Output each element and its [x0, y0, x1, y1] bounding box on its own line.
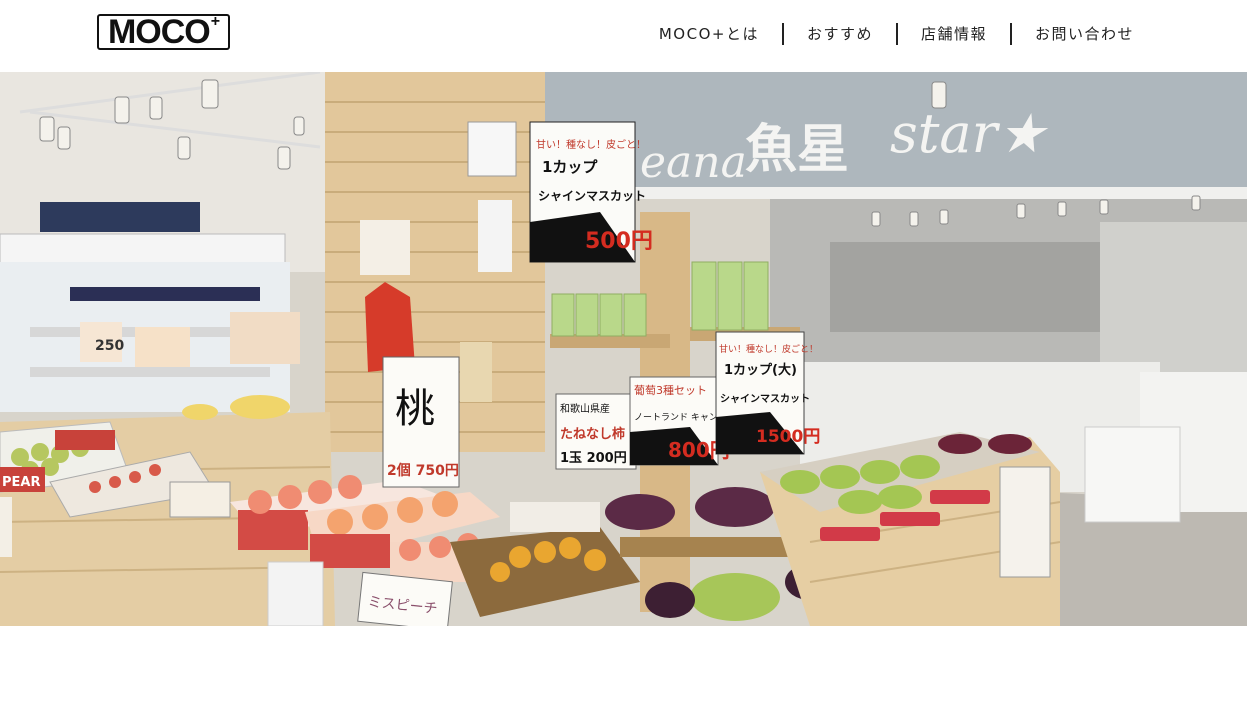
sign-kaki: 和歌山県産 たねなし柿 1玉 200円 — [555, 393, 637, 470]
fruit-store-illustration: eana 魚星 star★ 250 PEAR 甘い！種なし！皮ごと！ 1カップ … — [0, 72, 1247, 626]
svg-text:2個 750円: 2個 750円 — [387, 462, 459, 479]
sign-momo: 桃 2個 750円 — [382, 356, 460, 488]
svg-text:葡萄3種セット: 葡萄3種セット — [634, 383, 707, 397]
price-250: 250 — [95, 338, 124, 354]
store-name-c: star★ — [890, 102, 1048, 165]
nav-item-about[interactable]: MOCO+とは — [636, 23, 782, 45]
svg-text:1カップ: 1カップ — [542, 158, 598, 176]
store-name-a: eana — [640, 137, 747, 188]
logo-text: MOCO — [107, 13, 211, 51]
svg-text:500円: 500円 — [585, 229, 653, 254]
svg-text:シャインマスカット: シャインマスカット — [720, 393, 810, 405]
svg-text:シャインマスカット: シャインマスカット — [538, 189, 646, 203]
moco-logo[interactable]: MOCO + — [97, 14, 230, 50]
logo-plus: + — [210, 13, 220, 30]
svg-text:たねなし柿: たねなし柿 — [560, 426, 625, 442]
hero-photo: eana 魚星 star★ 250 PEAR 甘い！種なし！皮ごと！ 1カップ … — [0, 72, 1247, 626]
main-nav: MOCO+とは おすすめ 店舗情報 お問い合わせ — [636, 22, 1157, 46]
svg-text:甘い！種なし！皮ごと！: 甘い！種なし！皮ごと！ — [536, 138, 646, 151]
sign-shine-muscat-500: 甘い！種なし！皮ごと！ 1カップ シャインマスカット 500円 — [529, 121, 653, 263]
svg-text:桃: 桃 — [395, 386, 435, 432]
nav-item-store-info[interactable]: 店舗情報 — [898, 23, 1010, 45]
svg-text:1カップ(大): 1カップ(大) — [724, 362, 797, 378]
nav-item-contact[interactable]: お問い合わせ — [1012, 23, 1157, 45]
nav-item-recommend[interactable]: おすすめ — [784, 23, 896, 45]
site-header: MOCO + MOCO+とは おすすめ 店舗情報 お問い合わせ — [0, 0, 1247, 72]
pear-label: PEAR — [2, 475, 40, 490]
svg-text:甘い！種なし！皮ごと！: 甘い！種なし！皮ごと！ — [719, 343, 818, 355]
svg-text:和歌山県産: 和歌山県産 — [560, 402, 610, 415]
svg-text:1500円: 1500円 — [756, 427, 820, 447]
content-area — [0, 626, 1247, 722]
store-name-b: 魚星 — [745, 119, 849, 180]
svg-text:1玉 200円: 1玉 200円 — [560, 451, 627, 466]
sign-miss-peach: ミスピーチ — [357, 571, 453, 626]
